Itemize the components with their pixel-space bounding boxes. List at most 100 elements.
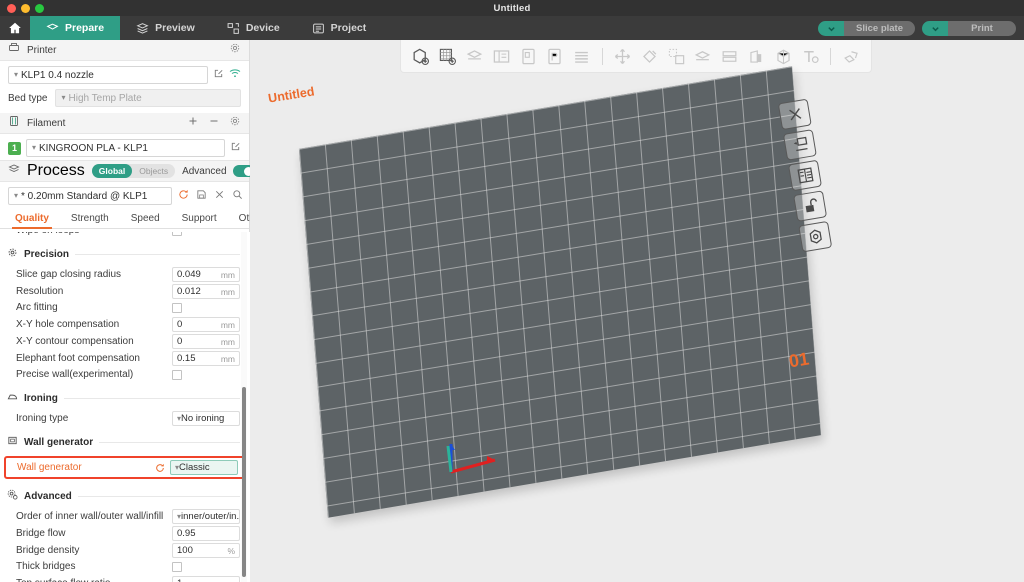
setting-row-wipe-on-loops[interactable]: Wipe on loops [0,232,250,239]
filament-icon [8,114,20,132]
setting-label: Top surface flow ratio [16,578,172,582]
setting-row-thick-bridges[interactable]: Thick bridges [0,559,250,575]
setting-row-elephant-foot-compensation[interactable]: Elephant foot compensation 0.15 mm [0,350,250,367]
close-icon[interactable] [214,187,225,205]
setting-row-ironing-type[interactable]: Ironing type ▾ No ironing [0,410,250,427]
search-icon[interactable] [232,187,243,205]
setting-row-wall-generator[interactable]: Wall generator ▾ Classic [4,456,246,479]
setting-input[interactable]: 0.012 mm [172,284,240,299]
nav-item-project[interactable]: Project [296,16,383,40]
process-scope-segmented[interactable]: Global Objects [92,164,175,178]
filament-section-header: Filament [0,113,249,134]
filament-settings-gear-icon[interactable] [229,114,241,132]
filament-preset-select[interactable]: ▾ KINGROON PLA - KLP1 [26,139,225,157]
arrange-plate-icon[interactable] [783,129,817,161]
layers-icon [136,22,149,35]
window-title: Untitled [0,3,1024,14]
setting-row-top-surface-flow-ratio[interactable]: Top surface flow ratio 1 [0,575,250,582]
group-divider [64,398,240,399]
chevron-down-icon: ▾ [14,71,18,79]
project-icon [312,22,325,35]
setting-label: Wall generator [17,462,155,474]
setting-row-slice-gap-closing-radius[interactable]: Slice gap closing radius 0.049 mm [0,266,250,283]
settings-scrollbar-thumb[interactable] [242,387,246,577]
home-icon[interactable] [0,16,30,40]
setting-input[interactable]: 1 [172,576,240,582]
reset-icon[interactable] [178,187,189,205]
bed-type-select[interactable]: ▾ High Temp Plate [55,89,241,107]
setting-row-arc-fitting[interactable]: Arc fitting [0,300,250,316]
print-label[interactable]: Print [948,21,1016,36]
printer-preset-select[interactable]: ▾ KLP1 0.4 nozzle [8,66,208,84]
setting-checkbox[interactable] [172,370,182,380]
setting-row-precise-wall[interactable]: Precise wall(experimental) [0,367,250,383]
setting-checkbox[interactable] [172,232,182,236]
delete-plate-icon[interactable] [778,99,812,131]
setting-unit: mm [221,270,235,280]
topnav-actions: Slice plate Print [818,16,1024,40]
tab-quality[interactable]: Quality [4,210,60,228]
tab-speed[interactable]: Speed [120,210,171,228]
slice-dropdown-caret[interactable] [818,21,844,36]
3d-viewport[interactable]: Untitled 01 [250,40,1024,582]
setting-row-xy-contour-compensation[interactable]: X-Y contour compensation 0 mm [0,333,250,350]
setting-label: Precise wall(experimental) [16,369,172,381]
edit-icon[interactable] [213,66,224,84]
setting-input[interactable]: 0 mm [172,334,240,349]
save-icon[interactable] [196,187,207,205]
reset-icon[interactable] [155,463,165,473]
setting-unit: mm [221,320,235,330]
setting-row-order-of-walls[interactable]: Order of inner wall/outer wall/infill ▾ … [0,508,250,525]
setting-label: Ironing type [16,413,172,425]
process-preset-select[interactable]: ▾ * 0.20mm Standard @ KLP1 [8,187,172,205]
setting-unit: mm [221,354,235,364]
setting-value: 1 [177,578,182,582]
nav-item-device[interactable]: Device [211,16,296,40]
setting-input[interactable]: 0.049 mm [172,267,240,282]
setting-value: 0.012 [177,286,201,297]
nav-label-project: Project [331,22,367,34]
build-plate-area[interactable]: Untitled 01 [250,40,1024,582]
process-section-title: Process [27,162,85,180]
setting-select[interactable]: ▾ No ironing [172,411,240,426]
tab-support[interactable]: Support [171,210,228,228]
wall-icon [7,433,18,451]
setting-input[interactable]: 100 % [172,543,240,558]
setting-row-bridge-flow[interactable]: Bridge flow 0.95 [0,525,250,542]
orient-plate-icon[interactable] [788,160,822,192]
slice-plate-button[interactable]: Slice plate [818,21,915,36]
setting-checkbox[interactable] [172,562,182,572]
setting-label: Bridge density [16,545,172,557]
setting-row-xy-hole-compensation[interactable]: X-Y hole compensation 0 mm [0,316,250,333]
settings-scroll-area[interactable]: Wipe on loops Precision Slice gap closin… [0,232,250,582]
segment-global[interactable]: Global [92,164,132,178]
setting-label: X-Y contour compensation [16,336,172,348]
nav-item-preview[interactable]: Preview [120,16,211,40]
printer-settings-gear-icon[interactable] [229,41,241,59]
filament-preset-row: 1 ▾ KINGROON PLA - KLP1 [0,134,249,160]
edit-icon[interactable] [230,139,241,157]
setting-input[interactable]: 0.95 [172,526,240,541]
nav-item-prepare[interactable]: Prepare [30,16,120,40]
setting-input[interactable]: 0 mm [172,317,240,332]
plate-number-label: 01 [787,349,810,373]
remove-filament-icon[interactable] [208,114,220,132]
print-dropdown-caret[interactable] [922,21,948,36]
setting-row-resolution[interactable]: Resolution 0.012 mm [0,283,250,300]
slice-plate-label[interactable]: Slice plate [844,21,915,36]
segment-objects[interactable]: Objects [132,164,175,178]
build-plate[interactable] [299,66,821,517]
setting-input[interactable]: 0.15 mm [172,351,240,366]
setting-checkbox[interactable] [172,303,182,313]
plate-settings-icon[interactable] [798,221,832,253]
setting-select[interactable]: ▾ inner/outer/in... [172,509,240,524]
add-filament-icon[interactable] [187,114,199,132]
process-preset-value: * 0.20mm Standard @ KLP1 [21,191,147,202]
wifi-icon[interactable] [229,66,241,84]
setting-label: Order of inner wall/outer wall/infill [16,511,172,523]
lock-plate-icon[interactable] [793,190,827,222]
tab-strength[interactable]: Strength [60,210,120,228]
setting-row-bridge-density[interactable]: Bridge density 100 % [0,542,250,559]
print-button[interactable]: Print [922,21,1016,36]
setting-select[interactable]: ▾ Classic [170,460,238,475]
